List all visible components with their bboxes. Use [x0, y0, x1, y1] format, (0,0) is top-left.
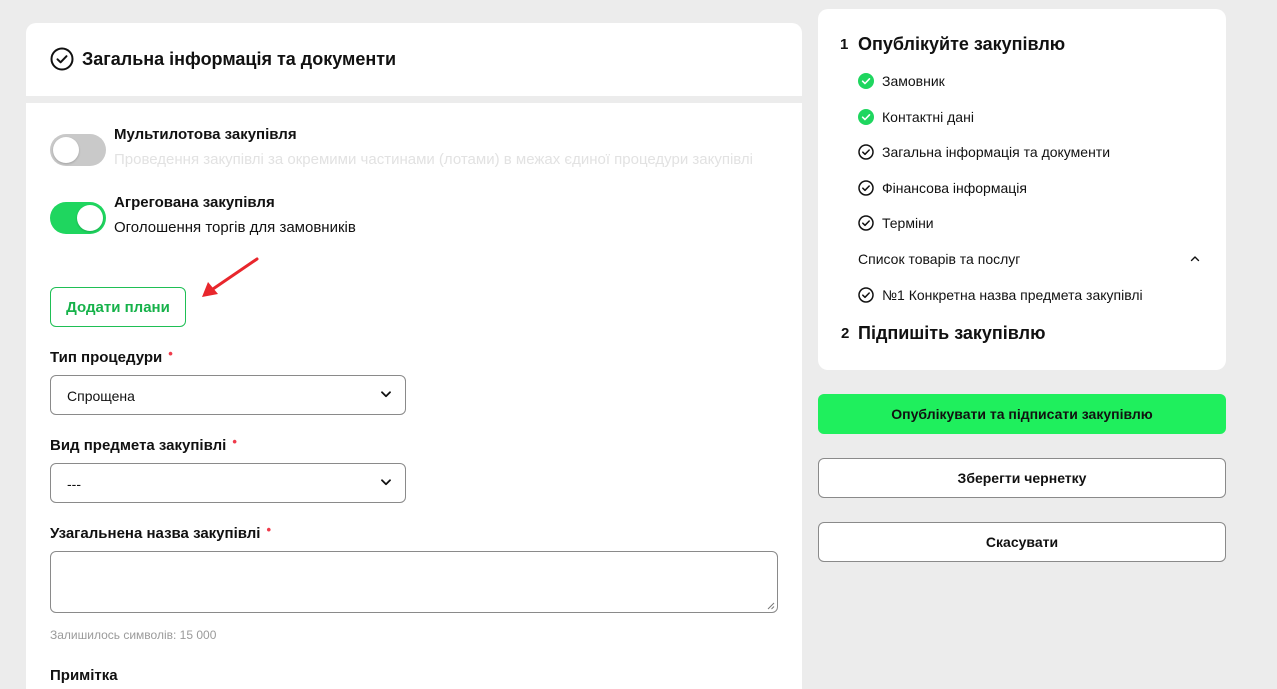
check-outline-icon: [858, 180, 874, 196]
aggregated-title: Агрегована закупівля: [114, 194, 275, 211]
multilot-toggle[interactable]: [50, 134, 106, 166]
procedure-type-label: Тип процедури •: [50, 346, 173, 367]
general-name-label-text: Узагальнена назва закупівлі: [50, 525, 261, 542]
subject-type-select[interactable]: ---: [50, 463, 406, 503]
general-name-textarea[interactable]: [50, 551, 778, 613]
publish-and-sign-button[interactable]: Опублікувати та підписати закупівлю: [818, 394, 1226, 434]
check-outline-icon: [858, 215, 874, 231]
step-item-label: Замовник: [882, 73, 945, 89]
aggregated-description: Оголошення торгів для замовників: [114, 219, 356, 236]
required-mark: •: [266, 522, 272, 537]
check-outline-icon: [858, 144, 874, 160]
required-mark: •: [168, 346, 173, 361]
step-title: Підпишіть закупівлю: [858, 323, 1046, 343]
group-label: Список товарів та послуг: [858, 251, 1021, 267]
check-outline-icon: [858, 287, 874, 303]
subject-type-label-text: Вид предмета закупівлі: [50, 437, 227, 454]
step-item-financial[interactable]: Фінансова інформація: [858, 179, 1027, 197]
save-draft-button[interactable]: Зберегти чернетку: [818, 458, 1226, 498]
step-title: Опублікуйте закупівлю: [858, 34, 1066, 54]
step-item-contacts[interactable]: Контактні дані: [858, 108, 974, 126]
characters-remaining: Залишилось символів: 15 000: [50, 628, 217, 642]
procedure-type-label-text: Тип процедури: [50, 349, 163, 366]
check-filled-icon: [858, 109, 874, 125]
required-mark: •: [232, 434, 237, 449]
check-filled-icon: [858, 73, 874, 89]
step-item-label: Контактні дані: [882, 109, 974, 125]
step-item-general-info[interactable]: Загальна інформація та документи: [858, 143, 1110, 161]
check-circle-icon: [50, 47, 74, 71]
procedure-type-select[interactable]: Спрощена: [50, 375, 406, 415]
general-name-label: Узагальнена назва закупівлі •: [50, 522, 272, 543]
step-item-label: Терміни: [882, 215, 934, 231]
subject-type-value: ---: [67, 476, 81, 492]
step-number: 2: [841, 325, 850, 342]
procedure-type-value: Спрощена: [67, 388, 135, 404]
step-item-terms[interactable]: Терміни: [858, 214, 934, 232]
chevron-up-icon[interactable]: [1190, 255, 1200, 262]
step-item-label: Фінансова інформація: [882, 180, 1027, 196]
multilot-description: Проведення закупівлі за окремими частина…: [114, 151, 754, 168]
note-label: Примітка: [50, 667, 118, 684]
step-item-label: Загальна інформація та документи: [882, 144, 1111, 160]
step-item-lot-1[interactable]: №1 Конкретна назва предмета закупівлі: [858, 286, 1143, 304]
toggle-knob: [53, 137, 79, 163]
section-header: Загальна інформація та документи: [26, 23, 802, 96]
step-item-label: №1 Конкретна назва предмета закупівлі: [882, 287, 1143, 303]
chevron-down-icon: [381, 479, 391, 486]
steps-card: 1 Опублікуйте закупівлю Замовник Контакт…: [818, 9, 1226, 370]
aggregated-toggle[interactable]: [50, 202, 106, 234]
annotation-arrow-icon: [202, 257, 259, 297]
goods-services-group[interactable]: Список товарів та послуг: [858, 250, 1200, 268]
step-number: 1: [840, 36, 849, 53]
section-title: Загальна інформація та документи: [82, 49, 397, 69]
form-body: Мультилотова закупівля Проведення закупі…: [26, 103, 802, 689]
step-item-customer[interactable]: Замовник: [858, 72, 945, 90]
multilot-title: Мультилотова закупівля: [114, 126, 297, 143]
resize-handle-icon[interactable]: [767, 602, 775, 610]
chevron-down-icon: [381, 391, 391, 398]
toggle-knob: [77, 205, 103, 231]
subject-type-label: Вид предмета закупівлі •: [50, 434, 237, 455]
cancel-button[interactable]: Скасувати: [818, 522, 1226, 562]
add-plans-button[interactable]: Додати плани: [50, 287, 186, 327]
